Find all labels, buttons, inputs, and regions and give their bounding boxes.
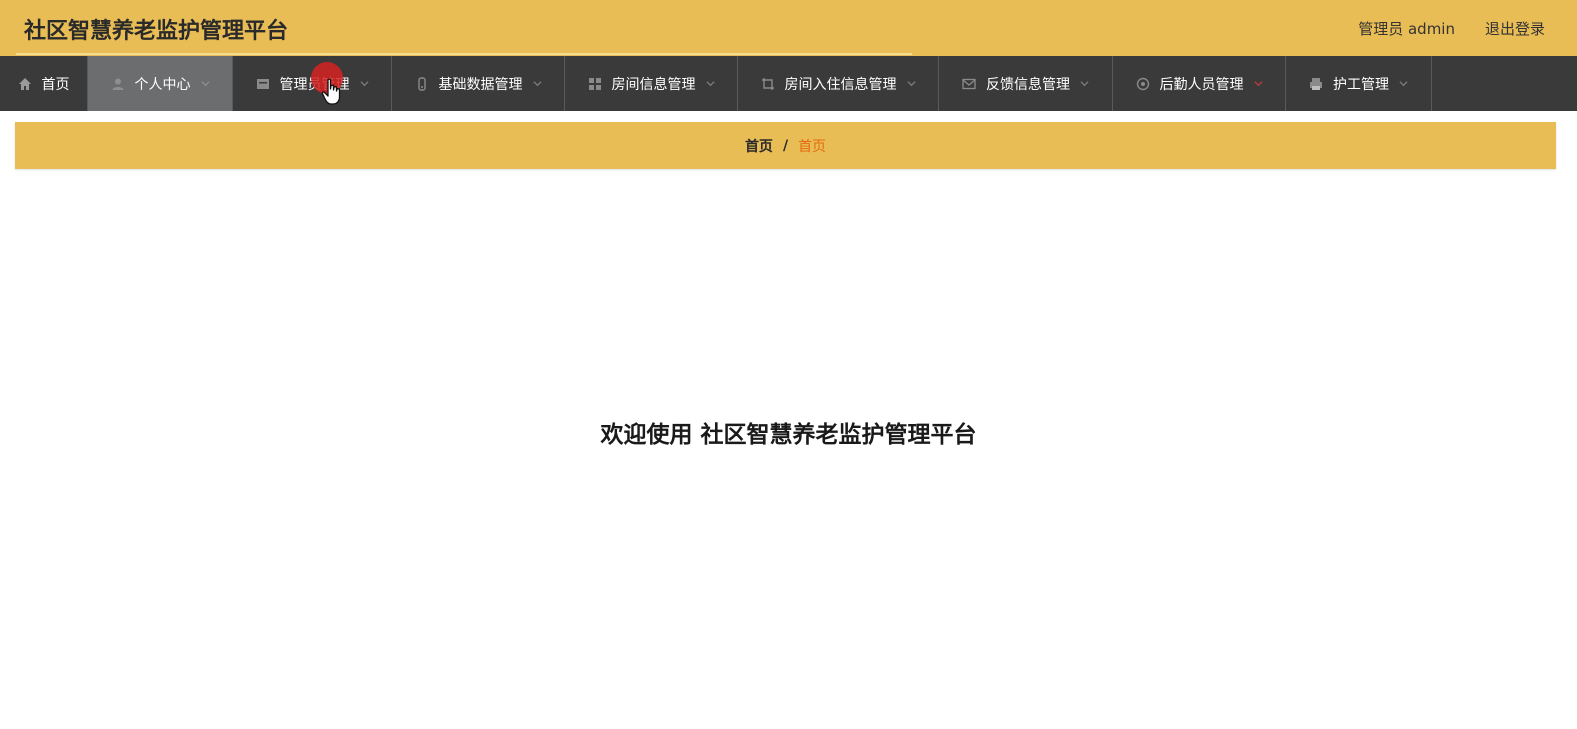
chevron-down-icon xyxy=(1080,79,1089,88)
card-icon xyxy=(256,77,270,91)
nav-item-label: 后勤人员管理 xyxy=(1159,76,1244,93)
user-icon xyxy=(111,77,125,91)
chevron-down-icon xyxy=(705,79,715,88)
nav-item-admin-management[interactable]: 管理员管理 xyxy=(233,56,392,111)
nav-item-label: 管理员管理 xyxy=(279,76,350,93)
nav-item-caregiver-management[interactable]: 护工管理 xyxy=(1286,56,1432,111)
breadcrumb-home-link[interactable]: 首页 xyxy=(745,136,773,156)
nav-item-room-checkin-management[interactable]: 房间入住信息管理 xyxy=(738,56,939,111)
nav-item-label: 个人中心 xyxy=(134,76,191,93)
breadcrumb-current: 首页 xyxy=(798,138,827,155)
home-icon xyxy=(18,77,32,91)
breadcrumb: 首页 / 首页 xyxy=(15,122,1556,169)
aperture-icon xyxy=(1136,77,1150,91)
nav-item-basic-data-management[interactable]: 基础数据管理 xyxy=(392,56,565,111)
app-title: 社区智慧养老监护管理平台 xyxy=(24,19,289,44)
nav-item-label: 首页 xyxy=(41,76,70,93)
welcome-message: 欢迎使用 社区智慧养老监护管理平台 xyxy=(600,422,977,448)
grid-icon xyxy=(588,77,602,91)
nav-item-room-info-management[interactable]: 房间信息管理 xyxy=(565,56,738,111)
nav-item-label: 房间信息管理 xyxy=(611,76,696,93)
nav-item-label: 基础数据管理 xyxy=(438,76,523,93)
breadcrumb-separator: / xyxy=(782,137,789,154)
main-nav-bar: 首页 个人中心 管理员管理 基础数据管理 房间信息管理 房间入住信息管理 反馈信… xyxy=(0,56,1577,111)
nav-item-label: 护工管理 xyxy=(1333,76,1389,93)
nav-item-label: 房间入住信息管理 xyxy=(784,76,897,93)
chevron-down-icon xyxy=(906,79,916,88)
chevron-down-icon xyxy=(200,79,210,88)
mail-icon xyxy=(962,77,976,91)
nav-item-logistics-staff-management[interactable]: 后勤人员管理 xyxy=(1113,56,1286,111)
printer-icon xyxy=(1309,77,1323,91)
nav-item-feedback-management[interactable]: 反馈信息管理 xyxy=(939,56,1113,111)
chevron-down-icon xyxy=(532,79,542,88)
chevron-down-icon xyxy=(1253,79,1263,88)
nav-item-personal-center[interactable]: 个人中心 xyxy=(88,56,233,111)
chevron-down-icon xyxy=(359,79,369,88)
logout-link[interactable]: 退出登录 xyxy=(1485,18,1545,39)
database-icon xyxy=(415,76,429,91)
nav-item-home[interactable]: 首页 xyxy=(0,56,88,111)
crop-icon xyxy=(761,77,775,91)
top-header: 社区智慧养老监护管理平台 管理员 admin 退出登录 xyxy=(0,0,1577,56)
nav-item-label: 反馈信息管理 xyxy=(986,76,1070,93)
current-user-label: 管理员 admin xyxy=(1358,20,1455,38)
chevron-down-icon xyxy=(1399,79,1408,88)
title-underline xyxy=(16,53,912,55)
